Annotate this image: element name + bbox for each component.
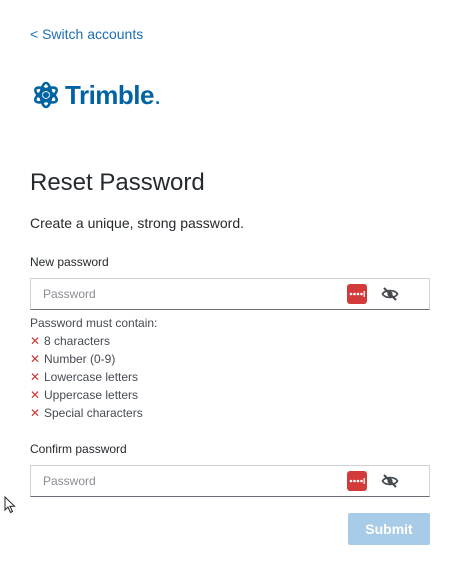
eye-off-icon[interactable]: [381, 472, 399, 490]
submit-button[interactable]: Submit: [348, 513, 430, 545]
password-dots-icon: [349, 291, 365, 297]
confirm-password-label: Confirm password: [30, 442, 127, 456]
requirement-8-characters: ✕ 8 characters: [30, 332, 157, 350]
unmet-x-icon: ✕: [30, 406, 41, 420]
switch-accounts-link[interactable]: < Switch accounts: [30, 26, 143, 42]
requirement-number: ✕ Number (0-9): [30, 350, 157, 368]
requirement-label: Uppercase letters: [44, 388, 139, 402]
password-requirements-title: Password must contain:: [30, 316, 158, 330]
requirement-label: Lowercase letters: [44, 370, 139, 384]
unmet-x-icon: ✕: [30, 334, 41, 348]
page-title: Reset Password: [30, 169, 205, 196]
logo-dot: .: [153, 79, 162, 110]
unmet-x-icon: ✕: [30, 370, 41, 384]
requirement-special: ✕ Special characters: [30, 404, 157, 422]
requirement-label: Number (0-9): [44, 352, 116, 366]
new-password-label: New password: [30, 255, 109, 269]
page-subtitle: Create a unique, strong password.: [30, 215, 245, 231]
password-manager-icon[interactable]: [347, 284, 367, 304]
confirm-password-input[interactable]: [43, 473, 333, 489]
password-manager-icon[interactable]: [347, 471, 367, 491]
password-dots-icon: [349, 478, 365, 484]
unmet-x-icon: ✕: [30, 352, 41, 366]
requirement-label: Special characters: [44, 406, 143, 420]
eye-off-icon[interactable]: [381, 285, 399, 303]
password-requirements: Password must contain: ✕ 8 characters ✕ …: [30, 316, 157, 422]
trimble-logo: Trimble.: [30, 80, 161, 110]
confirm-password-field-wrapper: [30, 465, 430, 497]
unmet-x-icon: ✕: [30, 388, 41, 402]
requirement-label: 8 characters: [44, 334, 111, 348]
new-password-field-wrapper: [30, 278, 430, 310]
new-password-input[interactable]: [43, 286, 333, 302]
logo-wordmark: Trimble: [65, 80, 154, 110]
requirement-lowercase: ✕ Lowercase letters: [30, 368, 157, 386]
requirement-uppercase: ✕ Uppercase letters: [30, 386, 157, 404]
trimble-globe-icon: [34, 81, 58, 109]
mouse-cursor-icon: [4, 496, 16, 514]
